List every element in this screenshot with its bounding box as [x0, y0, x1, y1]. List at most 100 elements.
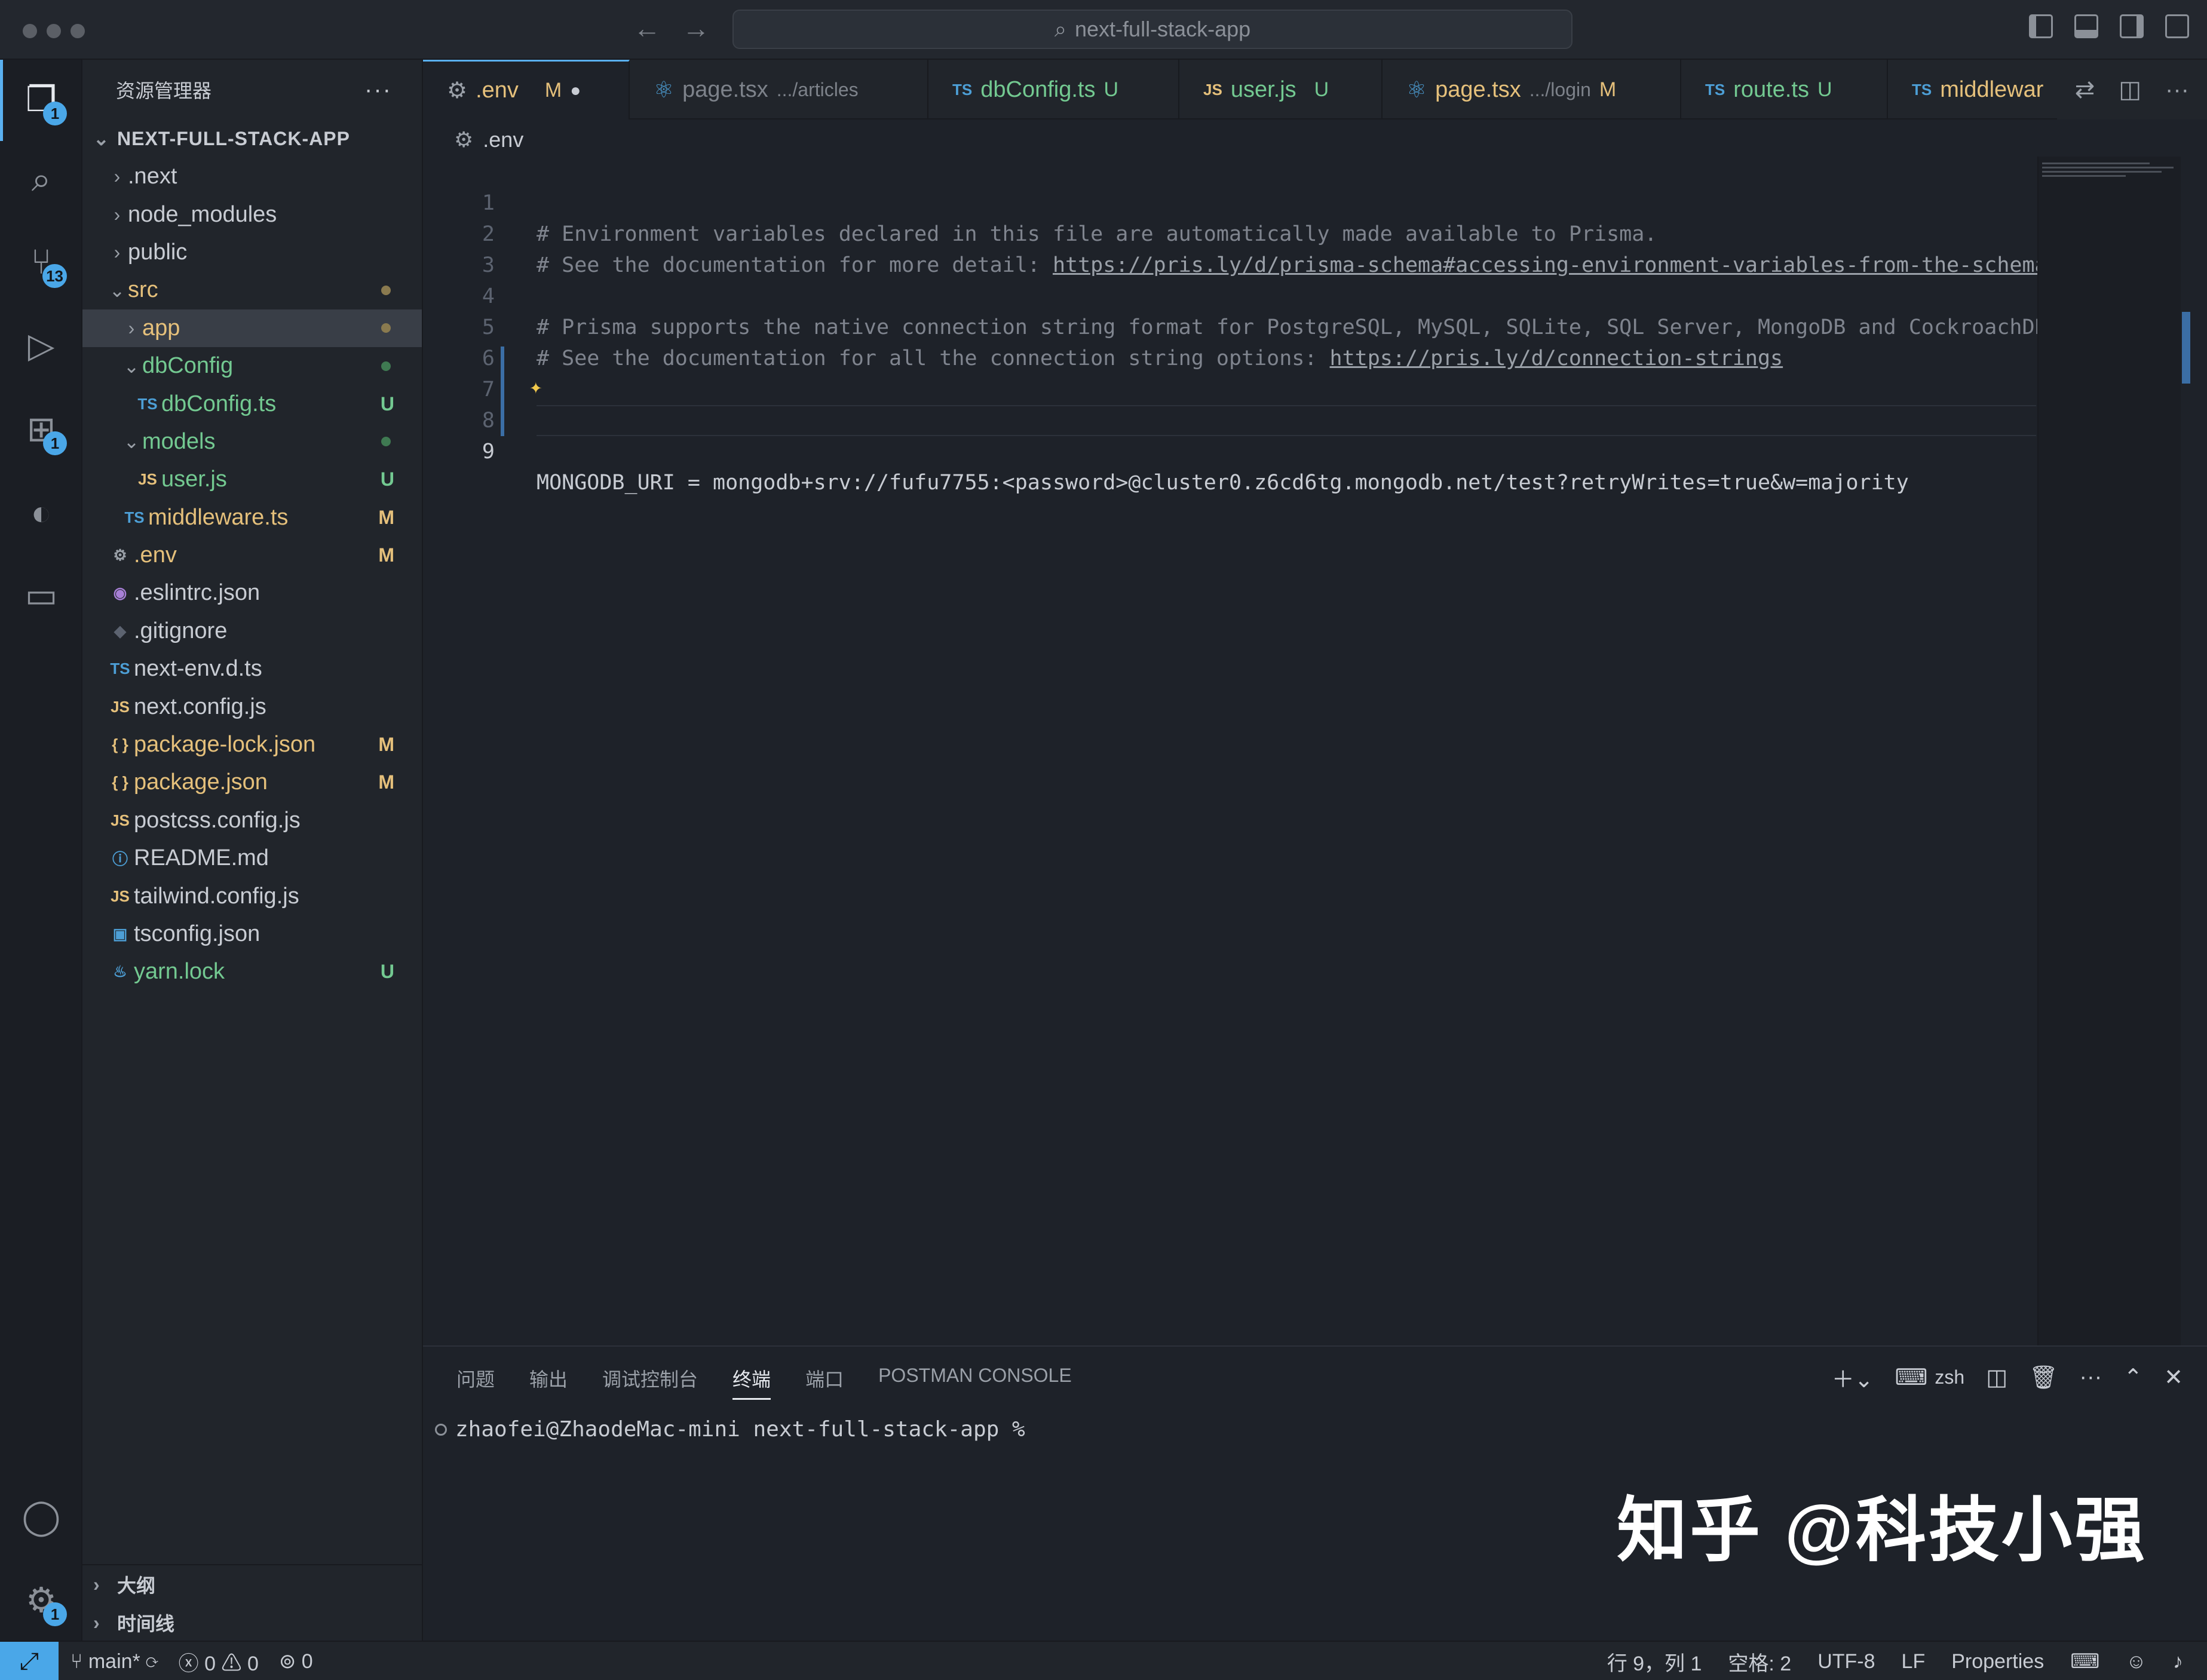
tree-item-next-config[interactable]: JS next.config.js: [82, 688, 422, 725]
search-view-icon[interactable]: ⌕: [18, 157, 65, 203]
source-control-icon[interactable]: ⑂ 13: [18, 239, 67, 288]
close-window-button[interactable]: [23, 24, 37, 38]
problems-indicator[interactable]: ⓧ 0 ⚠ 0: [179, 1647, 259, 1676]
tab-problems[interactable]: 问题: [456, 1365, 495, 1400]
tree-item-next[interactable]: › .next: [82, 158, 422, 195]
git-branch[interactable]: ⑂ main* ⟳: [70, 1650, 158, 1673]
tree-item-gitignore[interactable]: ◆ .gitignore: [82, 612, 422, 650]
zoom-window-button[interactable]: [70, 24, 85, 38]
timeline-label: 时间线: [117, 1613, 175, 1635]
workspace-root[interactable]: ⌄ NEXT-FULL-STACK-APP: [82, 119, 422, 158]
terminal-shell-selector[interactable]: ⌨ zsh: [1895, 1364, 1965, 1391]
indentation[interactable]: 空格: 2: [1728, 1647, 1791, 1676]
editor-scrollbar[interactable]: [2182, 157, 2207, 1345]
new-terminal-icon[interactable]: ＋⌄: [1832, 1361, 1874, 1394]
breadcrumb[interactable]: ⚙ .env: [454, 123, 523, 157]
run-debug-icon[interactable]: ▷: [18, 323, 65, 369]
tree-item-middleware-ts[interactable]: TS middleware.ts M: [82, 499, 422, 537]
tab-label: route.ts: [1733, 76, 1809, 102]
scrollbar-thumb[interactable]: [2182, 312, 2190, 384]
accounts-icon[interactable]: ◯: [18, 1494, 65, 1540]
tree-item-env[interactable]: ⚙ .env M: [82, 537, 422, 574]
tree-item-user-js[interactable]: JS user.js U: [82, 461, 422, 498]
terminal-output[interactable]: zhaofei@ZhaodeMac-mini next-full-stack-a…: [435, 1417, 1025, 1442]
tab-user-js[interactable]: JS user.js U: [1179, 60, 1383, 119]
minimap[interactable]: [2037, 157, 2181, 1345]
tree-item-package-lock[interactable]: { } package-lock.json M: [82, 726, 422, 764]
customize-layout-icon[interactable]: [2165, 14, 2189, 38]
tree-item-tailwind[interactable]: JS tailwind.config.js: [82, 877, 422, 915]
tree-item-eslintrc[interactable]: ◉ .eslintrc.json: [82, 574, 422, 612]
timeline-section[interactable]: › 时间线: [82, 1604, 422, 1642]
more-actions-icon[interactable]: ···: [364, 76, 392, 103]
tree-item-node-modules[interactable]: › node_modules: [82, 195, 422, 233]
typescript-file-icon: TS: [952, 80, 973, 99]
tab-description: .../login: [1529, 78, 1591, 100]
toggle-sidebar-icon[interactable]: [2029, 14, 2053, 38]
tab-route-ts[interactable]: TS route.ts U: [1681, 60, 1888, 119]
tab-label: dbConfig.ts: [980, 76, 1096, 102]
minimap-line: [2042, 175, 2126, 177]
tree-item-tsconfig[interactable]: ▣ tsconfig.json: [82, 915, 422, 953]
tab-postman-console[interactable]: POSTMAN CONSOLE: [878, 1365, 1072, 1400]
tree-item-readme[interactable]: ⓘ README.md: [82, 839, 422, 877]
tree-item-dbconfig-ts[interactable]: TS dbConfig.ts U: [82, 385, 422, 422]
terminal-icon[interactable]: ⌨: [2070, 1650, 2099, 1673]
compare-changes-icon[interactable]: ⇄: [2075, 76, 2095, 103]
more-actions-icon[interactable]: ···: [2079, 1365, 2102, 1390]
tree-item-next-env[interactable]: TS next-env.d.ts: [82, 650, 422, 688]
code-editor[interactable]: 1 # Environment variables declared in th…: [423, 157, 2060, 1345]
tab-output[interactable]: 输出: [529, 1365, 568, 1400]
tab-page-articles[interactable]: ⚛ page.tsx .../articles: [630, 60, 928, 119]
sidebar-title: 资源管理器: [116, 80, 212, 102]
tab-debug-console[interactable]: 调试控制台: [602, 1365, 698, 1400]
tree-item-app[interactable]: › app: [82, 309, 422, 347]
more-actions-icon[interactable]: ···: [2165, 76, 2189, 103]
copilot-icon[interactable]: ☺: [2126, 1650, 2147, 1673]
tab-ports[interactable]: 端口: [805, 1365, 844, 1400]
tree-item-postcss[interactable]: JS postcss.config.js: [82, 802, 422, 839]
bell-icon[interactable]: ♪: [2173, 1650, 2183, 1673]
toggle-panel-icon[interactable]: [2074, 14, 2098, 38]
tree-item-yarn-lock[interactable]: ♨ yarn.lock U: [82, 953, 422, 991]
unsaved-dot-icon[interactable]: ●: [570, 81, 581, 101]
back-arrow-icon[interactable]: ←: [633, 13, 661, 44]
tab-terminal[interactable]: 终端: [732, 1365, 771, 1400]
outline-section[interactable]: › 大纲: [82, 1565, 422, 1604]
chat-icon[interactable]: ▭: [18, 572, 65, 619]
remote-indicator-icon[interactable]: ⤢: [0, 1642, 59, 1680]
line-ending[interactable]: LF: [1902, 1650, 1926, 1673]
tab-dbconfig[interactable]: TS dbConfig.ts U: [928, 60, 1179, 119]
editor-tabs: ⚙ .env M ● ⚛ page.tsx .../articles TS db…: [423, 60, 2207, 119]
command-center[interactable]: ⌕ next-full-stack-app: [732, 10, 1573, 49]
minimize-window-button[interactable]: [47, 24, 61, 38]
close-panel-icon[interactable]: ✕: [2164, 1364, 2183, 1391]
remote-explorer-icon[interactable]: ◐: [18, 490, 65, 537]
watermark: 知乎 @科技小强: [1617, 1491, 2147, 1570]
tab-middleware[interactable]: TS middlewar: [1888, 60, 2067, 119]
tree-item-dbconfig-folder[interactable]: ⌄ dbConfig: [82, 347, 422, 385]
trash-icon[interactable]: 🗑: [2029, 1365, 2058, 1391]
cursor-position[interactable]: 行 9，列 1: [1607, 1647, 1702, 1676]
tree-item-public[interactable]: › public: [82, 234, 422, 271]
error-count: 0: [204, 1652, 216, 1675]
language-mode[interactable]: Properties: [1951, 1650, 2044, 1673]
ports-indicator[interactable]: ⊚ 0: [279, 1650, 313, 1673]
forward-arrow-icon[interactable]: →: [682, 13, 710, 44]
maximize-panel-icon[interactable]: ⌃: [2123, 1364, 2142, 1391]
encoding[interactable]: UTF-8: [1817, 1650, 1875, 1673]
tab-page-login[interactable]: ⚛ page.tsx .../login M: [1383, 60, 1681, 119]
explorer-icon[interactable]: ❐ 1: [18, 76, 67, 125]
tree-item-models[interactable]: ⌄ models: [82, 423, 422, 461]
settings-gear-icon[interactable]: ⚙ 1: [18, 1577, 67, 1626]
tree-item-package-json[interactable]: { } package.json M: [82, 764, 422, 801]
split-editor-icon[interactable]: ◫: [2119, 76, 2141, 103]
nav-arrows: ← →: [633, 12, 731, 44]
tree-item-src[interactable]: ⌄ src: [82, 271, 422, 309]
sparkle-icon[interactable]: ✦: [529, 372, 542, 403]
extensions-icon[interactable]: ⊞ 1: [18, 406, 67, 455]
tree-item-label: middleware.ts: [148, 504, 289, 530]
tab-env[interactable]: ⚙ .env M ●: [423, 60, 630, 119]
toggle-secondary-sidebar-icon[interactable]: [2120, 14, 2144, 38]
split-terminal-icon[interactable]: ◫: [1986, 1364, 2007, 1391]
